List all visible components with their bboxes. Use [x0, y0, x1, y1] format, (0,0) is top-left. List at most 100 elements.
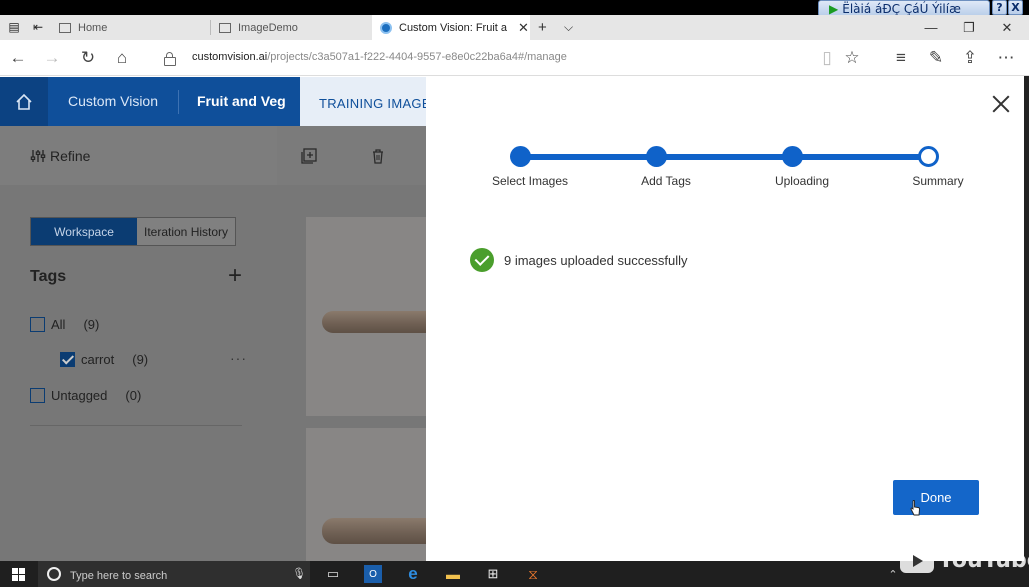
cortana-icon	[47, 567, 61, 581]
add-tag-icon[interactable]: +	[228, 264, 242, 288]
lock-icon	[164, 52, 176, 66]
set-aside-tabs-icon[interactable]: ⇤	[26, 16, 50, 38]
web-note-icon[interactable]: ✎	[924, 47, 948, 69]
success-check-icon	[470, 248, 494, 272]
tag-item-all[interactable]: All (9)	[30, 317, 99, 332]
step-dot-uploading	[782, 146, 803, 167]
workspace-toggle[interactable]: Workspace	[31, 218, 137, 245]
filter-sliders-icon	[30, 150, 46, 162]
carrot-image	[322, 518, 427, 544]
favorite-star-icon[interactable]: ☆	[840, 47, 864, 69]
windows-start-icon[interactable]	[12, 568, 25, 581]
tab-home[interactable]: Home	[51, 15, 211, 40]
youtube-logo-icon	[900, 548, 934, 573]
tab-custom-vision[interactable]: Custom Vision: Fruit and Veg ✕	[372, 15, 530, 40]
carrot-image	[322, 311, 427, 333]
checkbox[interactable]	[30, 317, 45, 332]
tab-label: Home	[78, 21, 108, 34]
forward-icon[interactable]: →	[40, 47, 64, 69]
project-name[interactable]: Fruit and Veg	[197, 93, 286, 109]
tab-actions-icon[interactable]: ▤	[2, 16, 26, 38]
microphone-icon[interactable]: 🎙	[292, 567, 306, 580]
tag-label: All	[51, 317, 66, 332]
workspace-toolbar	[277, 126, 427, 185]
sidebar: Refine Workspace Iteration History Tags …	[0, 126, 277, 561]
window-edge	[1024, 76, 1029, 561]
step-label: Uploading	[774, 174, 830, 188]
taskbar: Type here to search 🎙 ▭ O e ▬ ⊞ ⧖ ⌃	[0, 561, 1029, 587]
file-explorer-icon[interactable]: ▬	[444, 565, 462, 583]
home-icon	[16, 93, 32, 110]
tag-item-untagged[interactable]: Untagged (0)	[30, 388, 141, 403]
step-label: Add Tags	[641, 174, 691, 188]
step-dot-summary	[918, 146, 939, 167]
tab-label: ImageDemo	[238, 21, 298, 34]
reading-view-icon[interactable]: ▯	[815, 47, 839, 69]
image-workspace	[277, 126, 427, 561]
tag-count: (0)	[125, 388, 142, 403]
close-tab-icon[interactable]: ✕	[518, 20, 529, 36]
checkbox-checked[interactable]	[60, 352, 75, 367]
screen: ▶ Ëlàiá áÐÇ ÇáÚ Ýilíæ ? X ▤ ⇤ Home Image…	[0, 0, 1029, 587]
taskbar-search[interactable]: Type here to search 🎙	[38, 561, 310, 587]
upload-dialog: Select Images Add Tags Uploading Summary…	[426, 77, 1024, 561]
tab-label: Custom Vision: Fruit and Veg	[399, 21, 507, 34]
tab-imagedemo[interactable]: ImageDemo	[211, 15, 371, 40]
step-dot-add-tags	[646, 146, 667, 167]
overlay-close-button[interactable]: X	[1008, 0, 1023, 15]
tag-count: (9)	[132, 352, 149, 367]
header-separator	[178, 90, 179, 114]
watermark-text: YouTube	[938, 548, 1029, 573]
tab-training-images[interactable]: TRAINING IMAGES	[300, 77, 439, 126]
refine-label: Refine	[50, 148, 91, 164]
url-path: /projects/c3a507a1-f222-4404-9557-e8e0c2…	[267, 51, 567, 63]
refine-button[interactable]: Refine	[30, 148, 90, 164]
step-dot-select-images	[510, 146, 531, 167]
add-images-icon[interactable]	[301, 148, 317, 164]
done-button[interactable]: Done	[893, 480, 979, 515]
view-toggle: Workspace Iteration History	[30, 217, 237, 246]
task-view-icon[interactable]: ▭	[324, 565, 342, 583]
tab-list-button[interactable]: ⌵	[564, 15, 573, 40]
divider	[30, 425, 242, 426]
youtube-watermark: YouTube	[900, 548, 1029, 573]
tag-more-icon[interactable]: ···	[230, 350, 247, 366]
tag-item-carrot[interactable]: carrot (9)	[60, 352, 148, 367]
window-close-button[interactable]: ✕	[984, 15, 1029, 40]
refine-row: Refine	[0, 126, 277, 185]
step-label: Summary	[912, 174, 964, 188]
image-thumbnail[interactable]	[306, 428, 427, 561]
custom-vision-favicon	[380, 21, 392, 34]
search-placeholder: Type here to search	[70, 570, 168, 582]
tag-count: (9)	[83, 317, 100, 332]
store-icon[interactable]: ⊞	[484, 565, 502, 583]
step-label: Select Images	[491, 174, 569, 188]
hub-icon[interactable]: ≡	[889, 47, 913, 69]
checkbox[interactable]	[30, 388, 45, 403]
back-icon[interactable]: ←	[6, 47, 30, 69]
iteration-history-toggle[interactable]: Iteration History	[137, 218, 236, 245]
overlay-help-button[interactable]: ?	[992, 0, 1007, 15]
tags-heading: Tags	[30, 268, 67, 285]
app-icon[interactable]: ⧖	[524, 565, 542, 583]
new-tab-button[interactable]: +	[538, 15, 547, 40]
play-icon: ▶	[829, 1, 839, 16]
share-icon[interactable]: ⇪	[958, 47, 982, 69]
status-message: 9 images uploaded successfully	[504, 252, 688, 268]
outlook-icon[interactable]: O	[364, 565, 382, 583]
browser-tab-bar: ▤ ⇤ Home ImageDemo Custom Vision: Fruit …	[0, 15, 1029, 40]
image-thumbnail[interactable]	[306, 217, 427, 416]
product-link[interactable]: Custom Vision	[68, 93, 158, 109]
url-field[interactable]: customvision.ai/projects/c3a507a1-f222-4…	[192, 51, 567, 63]
edge-icon[interactable]: e	[404, 564, 422, 583]
page-icon	[59, 22, 71, 33]
delete-icon[interactable]	[370, 148, 386, 164]
address-bar: ← → ↻ ⌂ customvision.ai/projects/c3a507a…	[0, 40, 1029, 76]
home-icon[interactable]: ⌂	[110, 47, 134, 69]
more-icon[interactable]: ⋯	[994, 47, 1018, 69]
hand-cursor-icon	[910, 500, 920, 516]
app-home-button[interactable]	[0, 77, 48, 126]
refresh-icon[interactable]: ↻	[76, 47, 100, 69]
url-host: customvision.ai	[192, 51, 268, 63]
close-icon[interactable]	[990, 93, 1012, 115]
